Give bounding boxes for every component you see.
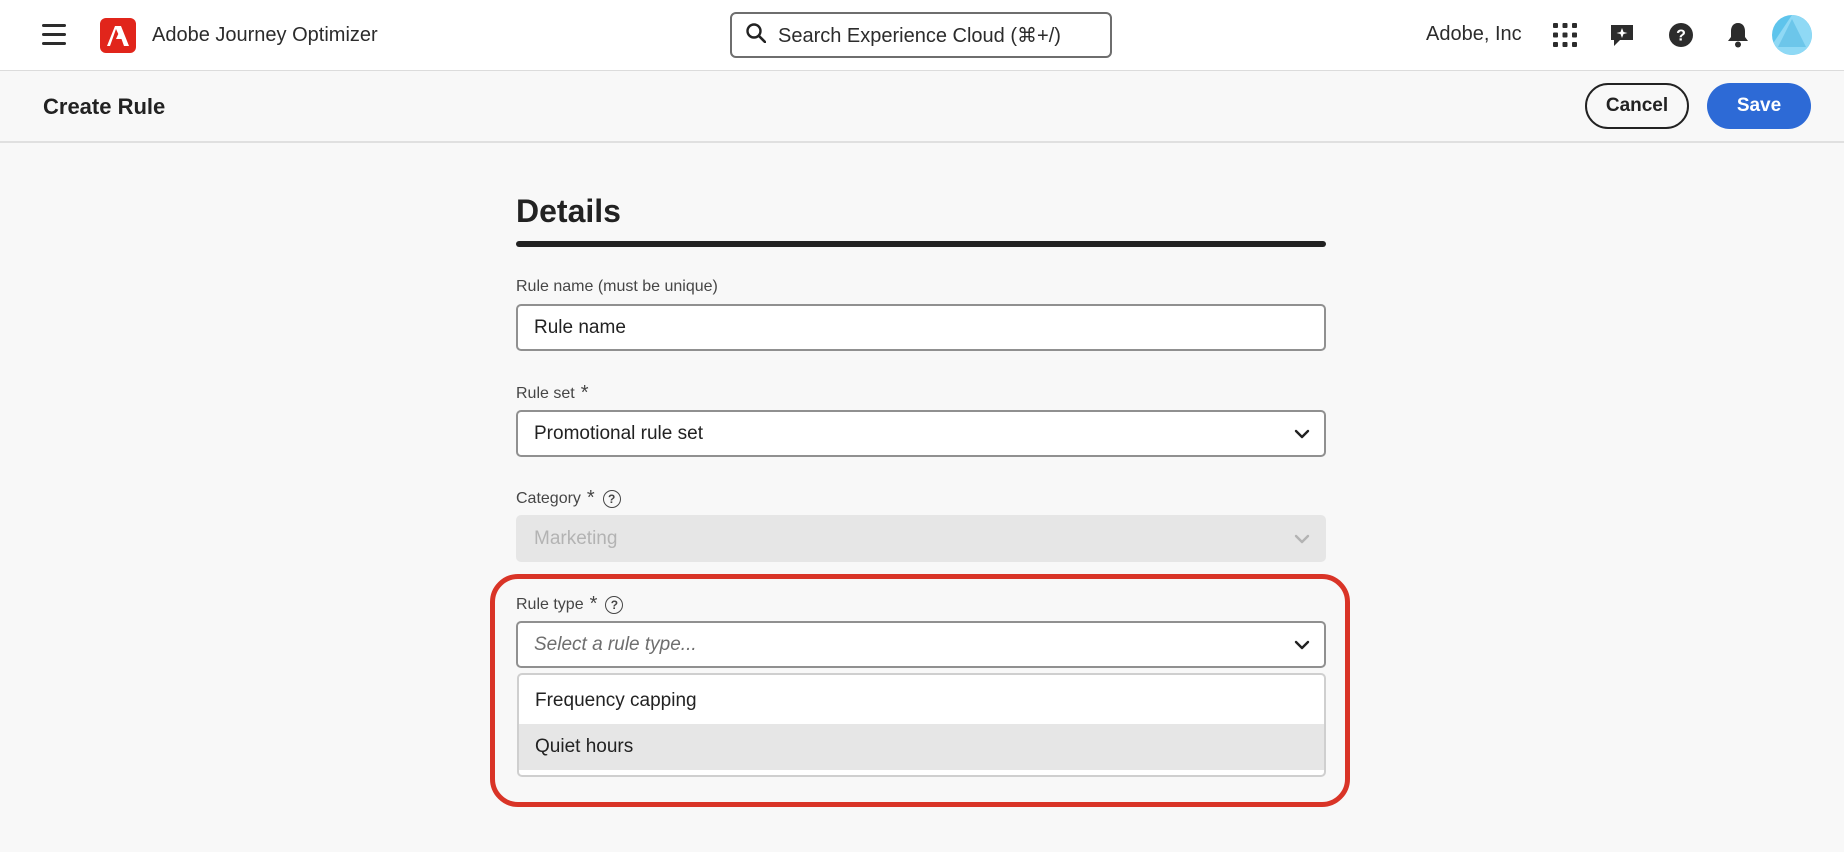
chevron-down-icon <box>1294 637 1310 659</box>
org-switcher[interactable]: Adobe, Inc <box>1426 23 1522 46</box>
user-avatar[interactable] <box>1772 15 1812 55</box>
chevron-down-icon <box>1294 531 1310 553</box>
search-icon <box>746 22 767 48</box>
option-frequency-capping[interactable]: Frequency capping <box>519 678 1324 724</box>
apps-grid-icon[interactable] <box>1550 20 1580 50</box>
section-divider <box>516 241 1326 247</box>
page-header: Create Rule Cancel Save <box>0 71 1844 143</box>
required-asterisk: * <box>589 593 598 615</box>
rule-set-label: Rule set * <box>516 382 589 405</box>
bell-icon[interactable] <box>1723 20 1753 50</box>
help-icon[interactable]: ? <box>1666 20 1696 50</box>
chevron-down-icon <box>1294 426 1310 448</box>
cancel-button[interactable]: Cancel <box>1585 83 1689 129</box>
rule-type-dropdown-menu: Frequency capping Quiet hours <box>517 673 1326 777</box>
save-button[interactable]: Save <box>1707 83 1811 129</box>
help-icon[interactable]: ? <box>605 595 624 614</box>
section-title: Details <box>516 193 621 229</box>
rule-set-label-text: Rule set <box>516 384 575 402</box>
top-navigation-bar: Adobe Journey Optimizer Search Experienc… <box>0 0 1844 71</box>
rule-type-placeholder: Select a rule type... <box>534 633 697 655</box>
app-title[interactable]: Adobe Journey Optimizer <box>152 24 378 47</box>
category-label-text: Category <box>516 489 581 507</box>
rule-set-value: Promotional rule set <box>534 422 703 444</box>
rule-type-label: Rule type * ? <box>516 593 624 616</box>
required-asterisk: * <box>586 487 595 509</box>
category-value: Marketing <box>534 527 618 549</box>
category-label: Category * ? <box>516 487 621 510</box>
page-title: Create Rule <box>43 94 166 119</box>
required-asterisk: * <box>580 382 589 404</box>
search-placeholder: Search Experience Cloud (⌘+/) <box>778 24 1061 47</box>
rule-name-label-text: Rule name (must be unique) <box>516 278 718 295</box>
feedback-icon[interactable] <box>1607 20 1637 50</box>
rule-name-label: Rule name (must be unique) <box>516 278 718 296</box>
category-select: Marketing <box>516 515 1326 562</box>
adobe-logo-icon[interactable] <box>100 18 136 53</box>
svg-text:?: ? <box>1676 28 1686 45</box>
help-icon[interactable]: ? <box>602 489 621 508</box>
option-quiet-hours[interactable]: Quiet hours <box>519 724 1324 770</box>
rule-set-select[interactable]: Promotional rule set <box>516 410 1326 457</box>
rule-type-select[interactable]: Select a rule type... <box>516 621 1326 668</box>
rule-type-label-text: Rule type <box>516 595 584 613</box>
rule-name-value: Rule name <box>534 316 626 338</box>
rule-name-field[interactable]: Rule name <box>516 304 1326 351</box>
hamburger-menu-icon[interactable] <box>42 24 66 46</box>
search-input[interactable]: Search Experience Cloud (⌘+/) <box>730 12 1112 58</box>
